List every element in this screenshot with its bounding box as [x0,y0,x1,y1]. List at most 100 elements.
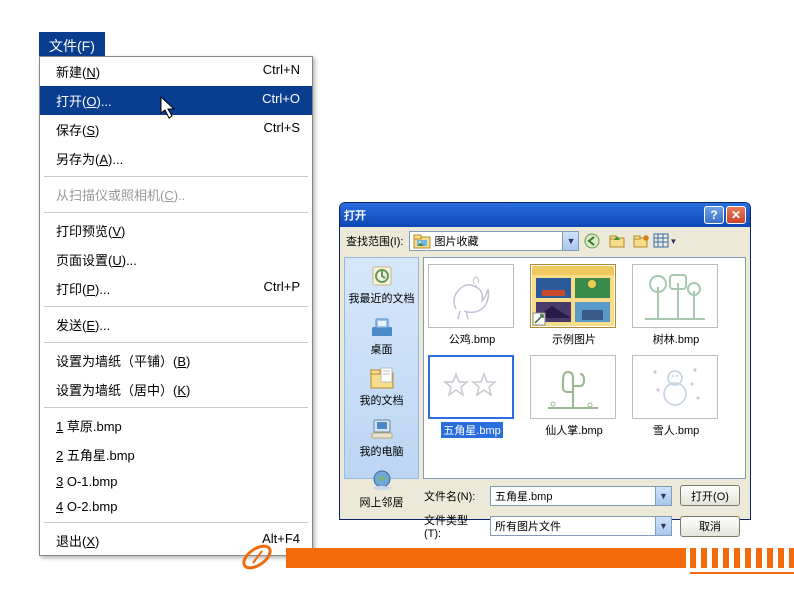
menu-item-label: 设置为墙纸（居中）(K) [56,380,190,399]
menu-shortcut: Ctrl+P [264,279,300,298]
menu-item[interactable]: 打开(O)... Ctrl+O [40,86,312,115]
filetype-combo[interactable]: 所有图片文件 ▼ [490,516,672,536]
file-name: 示例图片 [552,334,596,346]
menu-item[interactable]: 2 五角星.bmp [40,440,312,469]
menu-item-label: 发送(E)... [56,315,110,334]
places-item[interactable]: 我的文档 [345,364,418,413]
thumbnail-icon [632,264,718,328]
menu-item[interactable]: 发送(E)... [40,310,312,339]
open-button[interactable]: 打开(O) [680,485,740,506]
menu-item[interactable]: 4 O-2.bmp [40,494,312,519]
file-menu-dropdown: 新建(N) Ctrl+N 打开(O)... Ctrl+O 保存(S) Ctrl+S 另存为(… [39,56,313,556]
thumbnail-icon [632,355,718,419]
menu-item-label: 页面设置(U)... [56,250,137,269]
menu-item-label: 从扫描仪或照相机(C).. [56,185,185,204]
menu-item-label: 另存为(A)... [56,149,123,168]
menu-separator [44,522,308,523]
look-in-combo[interactable]: 图片收藏 ▼ [409,231,579,251]
menu-item-label: 打开(O)... [56,91,112,110]
places-item[interactable]: 网上邻居 [345,466,418,515]
places-item[interactable]: 我最近的文档 [345,262,418,311]
menu-separator [44,212,308,213]
menu-item[interactable]: 设置为墙纸（居中）(K) [40,375,312,404]
menu-item-label: 保存(S) [56,120,99,139]
menu-item-label: 4 O-2.bmp [56,499,117,514]
menu-item-label: 设置为墙纸（平铺）(B) [56,351,190,370]
menu-item: 从扫描仪或照相机(C).. [40,180,312,209]
menu-item-label: 打印(P)... [56,279,110,298]
file-item[interactable]: 五角星.bmp [428,355,516,438]
file-name: 公鸡.bmp [449,334,495,346]
look-in-value: 图片收藏 [434,233,478,249]
file-list[interactable]: 公鸡.bmp 示例图片 树林.bmp 五角星.bmp 仙人掌.bmp 雪人.bmp [423,257,746,479]
folder-picture-icon [414,234,430,248]
up-folder-button[interactable] [607,231,627,251]
menu-item[interactable]: 新建(N) Ctrl+N [40,57,312,86]
places-label: 我的电脑 [345,443,418,459]
menu-item-label: 2 五角星.bmp [56,445,135,464]
menu-separator [44,176,308,177]
dropdown-icon[interactable]: ▼ [655,487,671,505]
file-name: 树林.bmp [653,334,699,346]
filetype-label: 文件类型(T): [424,512,482,540]
menu-item-label: 3 O-1.bmp [56,474,117,489]
dropdown-icon[interactable]: ▼ [655,517,671,535]
file-item[interactable]: 仙人掌.bmp [530,355,618,438]
view-menu-button[interactable]: ▼ [655,231,675,251]
menu-item[interactable]: 打印预览(V) [40,216,312,245]
help-button[interactable]: ? [704,206,724,224]
pill-icon [240,542,274,572]
file-name: 仙人掌.bmp [545,425,602,437]
places-label: 网上邻居 [345,494,418,510]
menu-item-label: 退出(X) [56,531,99,550]
menu-item[interactable]: 打印(P)... Ctrl+P [40,274,312,303]
open-dialog: 打开 ? ✕ 查找范围(I): 图片收藏 ▼ ▼ 我最近的文档桌面我的文档我的电… [339,202,751,520]
file-name: 雪人.bmp [653,425,699,437]
menu-shortcut: Ctrl+S [264,120,300,139]
thumbnail-icon [428,355,514,419]
dropdown-icon[interactable]: ▼ [562,232,578,250]
menu-separator [44,342,308,343]
menu-item[interactable]: 保存(S) Ctrl+S [40,115,312,144]
places-bar: 我最近的文档桌面我的文档我的电脑网上邻居 [344,257,419,479]
menu-item[interactable]: 另存为(A)... [40,144,312,173]
menu-item-label: 新建(N) [56,62,100,81]
filename-label: 文件名(N): [424,488,482,504]
file-item[interactable]: 雪人.bmp [632,355,720,438]
filename-value: 五角星.bmp [495,488,552,504]
back-button[interactable] [583,231,603,251]
file-item[interactable]: 公鸡.bmp [428,264,516,347]
menu-separator [44,306,308,307]
filetype-value: 所有图片文件 [495,518,561,534]
new-folder-button[interactable] [631,231,651,251]
menu-shortcut: Ctrl+N [263,62,300,81]
orange-bar [286,548,686,568]
places-label: 我最近的文档 [345,290,418,306]
menu-separator [44,407,308,408]
file-name: 五角星.bmp [441,422,502,438]
orange-ticks [690,548,794,568]
cancel-button[interactable]: 取消 [680,516,740,537]
file-item[interactable]: 示例图片 [530,264,618,347]
places-item[interactable]: 桌面 [345,313,418,362]
menu-item[interactable]: 设置为墙纸（平铺）(B) [40,346,312,375]
dialog-toolbar: 查找范围(I): 图片收藏 ▼ ▼ [340,227,750,255]
menu-item[interactable]: 3 O-1.bmp [40,469,312,494]
menu-shortcut: Ctrl+O [262,91,300,110]
thumbnail-icon [530,355,616,419]
filename-combo[interactable]: 五角星.bmp ▼ [490,486,672,506]
places-label: 桌面 [345,341,418,357]
menu-item-label: 1 草原.bmp [56,416,122,435]
menu-item[interactable]: 页面设置(U)... [40,245,312,274]
dialog-title: 打开 [344,207,366,223]
orange-line [690,572,794,574]
file-item[interactable]: 树林.bmp [632,264,720,347]
dialog-titlebar: 打开 ? ✕ [340,203,750,227]
look-in-label: 查找范围(I): [346,233,403,249]
close-button[interactable]: ✕ [726,206,746,224]
menu-item[interactable]: 1 草原.bmp [40,411,312,440]
places-item[interactable]: 我的电脑 [345,415,418,464]
menu-item-label: 打印预览(V) [56,221,125,240]
places-label: 我的文档 [345,392,418,408]
thumbnail-icon [428,264,514,328]
